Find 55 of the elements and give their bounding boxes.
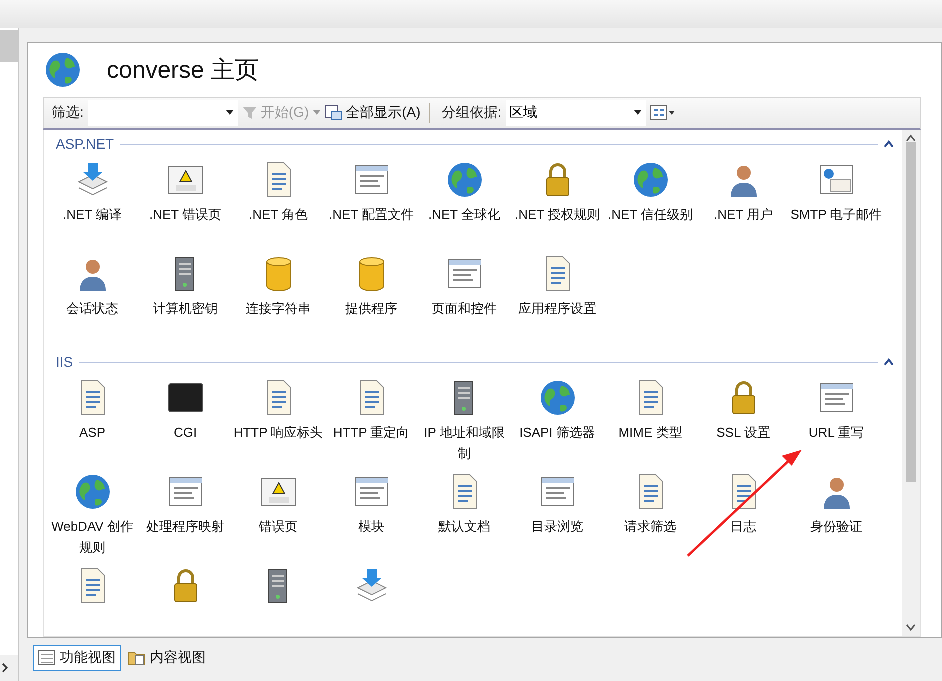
feature-label[interactable]: .NET 错误页 <box>140 204 232 225</box>
feature-label[interactable]: ASP <box>46 422 138 443</box>
feature-label[interactable]: WebDAV 创作规则 <box>46 516 138 558</box>
grid-view-icon <box>38 650 56 666</box>
feature-label[interactable]: URL 重写 <box>790 422 882 443</box>
folder-icon <box>128 650 146 666</box>
view-grid-icon <box>650 105 676 121</box>
feature-label[interactable]: MIME 类型 <box>604 422 696 443</box>
group-by-select[interactable]: 区域 <box>506 100 646 126</box>
feature-label[interactable]: .NET 信任级别 <box>604 204 696 225</box>
feature-label[interactable]: IP 地址和域限制 <box>418 422 510 464</box>
feature-label[interactable]: CGI <box>140 422 232 443</box>
feature-label[interactable]: .NET 用户 <box>698 204 790 225</box>
feature-label[interactable]: .NET 配置文件 <box>326 204 418 225</box>
windows-icon <box>325 105 344 121</box>
funnel-icon <box>242 105 258 121</box>
feature-label[interactable]: SMTP 电子邮件 <box>790 204 882 225</box>
view-tab[interactable]: 内容视图 <box>123 645 211 671</box>
group-by-label: 分组依据: <box>440 104 503 122</box>
collapse-chevron-icon[interactable] <box>884 358 894 366</box>
feature-label[interactable]: 请求筛选 <box>604 516 696 537</box>
feature-label[interactable]: .NET 编译 <box>46 204 138 225</box>
scroll-down-icon[interactable] <box>906 624 916 632</box>
feature-label[interactable]: ISAPI 筛选器 <box>512 422 604 443</box>
feature-label[interactable]: .NET 角色 <box>232 204 324 225</box>
feature-label[interactable]: 提供程序 <box>326 298 418 319</box>
feature-label[interactable]: 模块 <box>326 516 418 537</box>
feature-label[interactable]: 处理程序映射 <box>140 516 232 537</box>
feature-label[interactable]: 连接字符串 <box>232 298 324 319</box>
feature-label[interactable]: 会话状态 <box>46 298 138 319</box>
feature-label[interactable]: 错误页 <box>232 516 324 537</box>
feature-label[interactable]: 默认文档 <box>418 516 510 537</box>
feature-label[interactable]: 身份验证 <box>790 516 882 537</box>
section-title: IIS <box>56 354 74 370</box>
scroll-up-icon[interactable] <box>906 134 916 142</box>
feature-label[interactable]: HTTP 重定向 <box>326 422 418 443</box>
feature-label[interactable]: 应用程序设置 <box>512 298 604 319</box>
scrollbar-thumb[interactable] <box>906 142 916 482</box>
page-title: converse 主页 <box>107 56 260 86</box>
filter-label: 筛选: <box>51 104 85 122</box>
feature-label[interactable]: 日志 <box>698 516 790 537</box>
section-title: ASP.NET <box>56 136 114 152</box>
feature-label[interactable]: HTTP 响应标头 <box>232 422 324 443</box>
show-all-button[interactable]: 全部显示(A) <box>321 104 425 122</box>
feature-label[interactable]: .NET 授权规则 <box>512 204 604 225</box>
feature-label[interactable]: 页面和控件 <box>418 298 510 319</box>
view-tab[interactable]: 功能视图 <box>33 645 121 671</box>
collapse-chevron-icon[interactable] <box>884 140 894 148</box>
dropdown-arrow-icon[interactable] <box>634 110 642 116</box>
dropdown-arrow-icon[interactable] <box>226 110 234 116</box>
feature-label[interactable]: .NET 全球化 <box>418 204 510 225</box>
feature-label[interactable]: SSL 设置 <box>698 422 790 443</box>
feature-label[interactable]: 目录浏览 <box>512 516 604 537</box>
globe-icon <box>43 50 83 90</box>
feature-label[interactable]: 计算机密钥 <box>140 298 232 319</box>
